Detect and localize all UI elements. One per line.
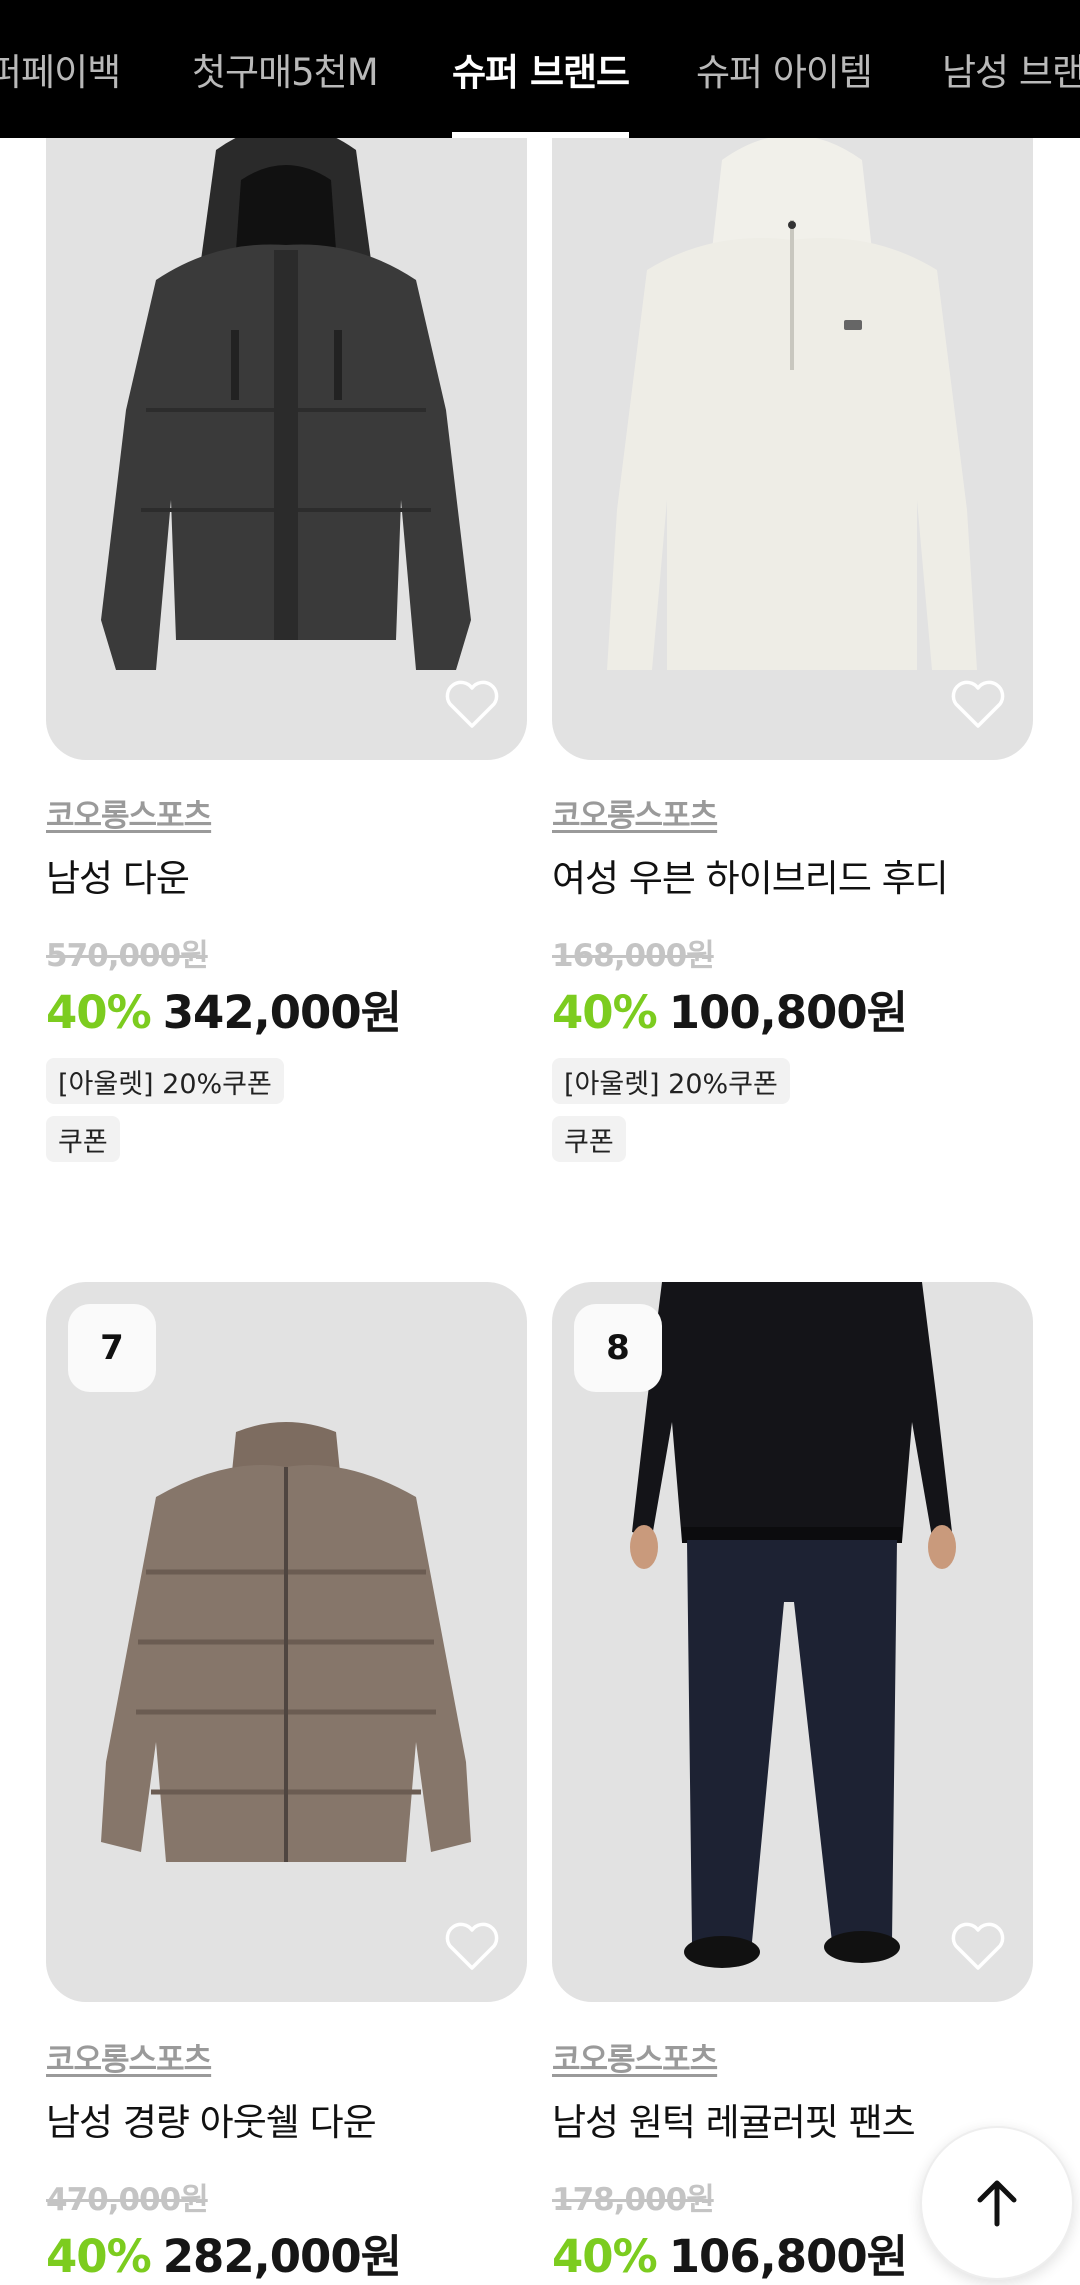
product-brand[interactable]: 코오롱스포츠 bbox=[46, 2034, 212, 2079]
tab-label: 첫구매5천M bbox=[192, 51, 379, 94]
sale-price-line: 40% 282,000원 bbox=[46, 2220, 402, 2285]
sale-price: 100,800원 bbox=[668, 986, 908, 1039]
heart-outline-icon[interactable] bbox=[949, 1920, 1007, 1972]
discount-rate: 40% bbox=[46, 986, 152, 1039]
sale-price-line: 40% 100,800원 bbox=[552, 976, 908, 1041]
tab-first-purchase[interactable]: 첫구매5천M bbox=[192, 0, 379, 138]
heart-outline-icon[interactable] bbox=[949, 678, 1007, 730]
product-name[interactable]: 남성 다운 bbox=[46, 848, 190, 902]
tab-payback[interactable]: 퍼페이백 bbox=[0, 0, 121, 138]
rank-badge: 7 bbox=[68, 1304, 156, 1392]
original-price: 470,000원 bbox=[46, 2182, 209, 2218]
discount-rate: 40% bbox=[46, 2230, 152, 2283]
coupon-badge: [아울렛] 20%쿠폰 bbox=[46, 1058, 284, 1104]
sale-price: 342,000원 bbox=[162, 986, 402, 1039]
product-name[interactable]: 여성 우븐 하이브리드 후디 bbox=[552, 848, 949, 902]
original-price: 168,000원 bbox=[552, 938, 715, 974]
heart-outline-icon[interactable] bbox=[443, 678, 501, 730]
sale-price-line: 40% 106,800원 bbox=[552, 2220, 908, 2285]
product-brand[interactable]: 코오롱스포츠 bbox=[552, 790, 718, 835]
tab-label: 슈퍼 브랜드 bbox=[452, 51, 630, 94]
original-price: 570,000원 bbox=[46, 938, 209, 974]
tab-mens-brand[interactable]: 남성 브랜 bbox=[942, 0, 1080, 138]
tab-label: 슈퍼 아이템 bbox=[696, 51, 873, 94]
product-image[interactable]: 8 bbox=[552, 1282, 1033, 2002]
product-brand[interactable]: 코오롱스포츠 bbox=[552, 2034, 718, 2079]
product-name[interactable]: 남성 원턱 레귤러핏 팬츠 bbox=[552, 2092, 916, 2146]
product-image[interactable] bbox=[552, 80, 1033, 760]
sale-price: 106,800원 bbox=[668, 2230, 908, 2283]
discount-rate: 40% bbox=[552, 986, 658, 1039]
sale-price-line: 40% 342,000원 bbox=[46, 976, 402, 1041]
dark-down-jacket-image bbox=[101, 125, 471, 670]
original-price: 178,000원 bbox=[552, 2182, 715, 2218]
tab-label: 남성 브랜 bbox=[942, 51, 1080, 94]
tab-label: 퍼페이백 bbox=[0, 51, 121, 94]
coupon-badge: 쿠폰 bbox=[46, 1116, 120, 1162]
rank-badge: 8 bbox=[574, 1304, 662, 1392]
heart-outline-icon[interactable] bbox=[443, 1920, 501, 1972]
sale-price: 282,000원 bbox=[162, 2230, 402, 2283]
discount-rate: 40% bbox=[552, 2230, 658, 2283]
product-name[interactable]: 남성 경량 아웃쉘 다운 bbox=[46, 2092, 377, 2146]
product-image[interactable] bbox=[46, 80, 527, 760]
product-image[interactable]: 7 bbox=[46, 1282, 527, 2002]
category-tab-bar: 퍼페이백 첫구매5천M 슈퍼 브랜드 슈퍼 아이템 남성 브랜 bbox=[0, 0, 1080, 138]
coupon-badge: [아울렛] 20%쿠폰 bbox=[552, 1058, 790, 1104]
tab-super-brand[interactable]: 슈퍼 브랜드 bbox=[452, 0, 630, 138]
arrow-up-icon bbox=[977, 2180, 1017, 2227]
coupon-badge: 쿠폰 bbox=[552, 1116, 626, 1162]
product-brand[interactable]: 코오롱스포츠 bbox=[46, 790, 212, 835]
tab-super-item[interactable]: 슈퍼 아이템 bbox=[696, 0, 873, 138]
white-hoodie-image bbox=[607, 135, 977, 670]
scroll-top-button[interactable] bbox=[920, 2126, 1074, 2280]
active-tab-indicator bbox=[452, 132, 630, 138]
